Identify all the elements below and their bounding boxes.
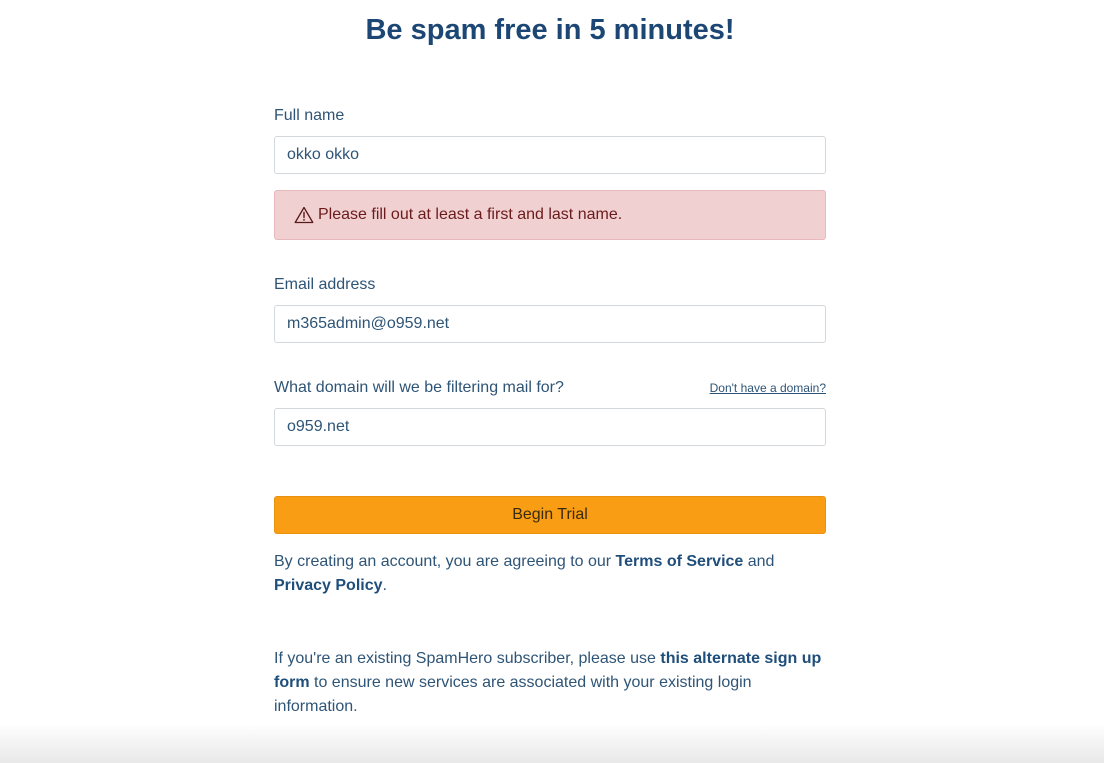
full-name-input[interactable] (274, 136, 826, 174)
email-input[interactable] (274, 305, 826, 343)
no-domain-link[interactable]: Don't have a domain? (710, 381, 826, 395)
email-label: Email address (274, 276, 376, 293)
begin-trial-button[interactable]: Begin Trial (274, 496, 826, 534)
full-name-label: Full name (274, 107, 345, 124)
domain-label: What domain will we be filtering mail fo… (274, 379, 564, 396)
name-error-alert: Please fill out at least a first and las… (274, 190, 826, 240)
bottom-fade (0, 723, 1104, 763)
existing-suffix: to ensure new services are associated wi… (274, 674, 752, 715)
agreement-prefix: By creating an account, you are agreeing… (274, 553, 616, 570)
agreement-middle: and (743, 553, 775, 570)
name-error-message: Please fill out at least a first and las… (318, 206, 623, 223)
page-title: Be spam free in 5 minutes! (365, 14, 735, 46)
warning-icon (294, 206, 314, 224)
agreement-suffix: . (382, 577, 387, 594)
existing-prefix: If you're an existing SpamHero subscribe… (274, 650, 661, 667)
privacy-policy-link[interactable]: Privacy Policy (274, 577, 383, 594)
agreement-text: By creating an account, you are agreeing… (274, 550, 826, 598)
domain-input[interactable] (274, 408, 826, 446)
terms-of-service-link[interactable]: Terms of Service (616, 553, 744, 570)
existing-subscriber-text: If you're an existing SpamHero subscribe… (274, 647, 826, 719)
